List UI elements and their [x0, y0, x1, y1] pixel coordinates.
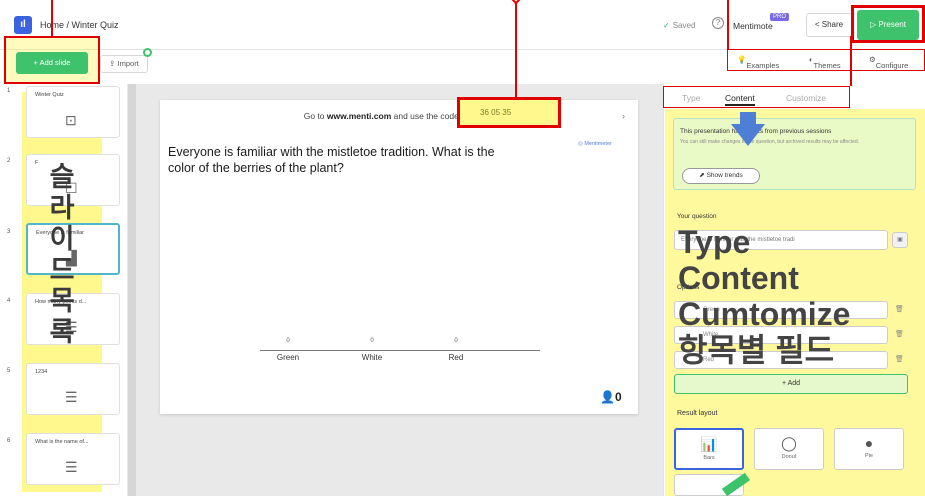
annotation-line: 항목별 필드: [678, 332, 835, 368]
down-arrow-icon: [731, 124, 765, 146]
chart-axis: [260, 350, 540, 351]
join-url: www.menti.com: [326, 111, 392, 121]
annotation-line: Content: [678, 260, 799, 296]
check-icon: ✓: [663, 21, 670, 30]
delete-option-icon[interactable]: 🗑: [895, 355, 904, 363]
toolbar-highlight-box: [727, 49, 925, 71]
participants-value: 0: [614, 390, 622, 404]
slide-number: 5: [7, 368, 11, 374]
delete-option-icon[interactable]: 🗑: [895, 330, 904, 338]
person-icon: 👤: [600, 390, 615, 404]
bars-icon: 📊: [700, 436, 718, 452]
layout-pie-option[interactable]: ● Pie: [834, 428, 904, 470]
chart-value-label: 0: [370, 338, 374, 344]
add-option-button[interactable]: + Add: [674, 374, 908, 394]
chart-category-label: Red: [448, 353, 464, 362]
participants-count: 👤0: [600, 390, 622, 404]
trends-label: Show trends: [706, 172, 743, 179]
mentimeter-watermark: ◎ Mentimeter: [578, 141, 612, 147]
join-code: 36 05 35: [480, 108, 512, 117]
layout-label: Bars: [703, 455, 715, 461]
chart-value-label: 0: [454, 338, 458, 344]
question-label: Your question: [677, 213, 717, 220]
slide-thumbnail-1[interactable]: Winter Quiz ⊡: [26, 86, 120, 138]
share-button[interactable]: < Share: [806, 13, 852, 37]
layout-donut-option[interactable]: ◯ Donut: [754, 428, 824, 470]
help-icon[interactable]: ?: [712, 17, 724, 29]
join-text-2: and use the code: [391, 111, 462, 121]
sidebar-scrollbar[interactable]: [128, 84, 136, 496]
slide-number: 4: [7, 298, 11, 304]
import-notification-icon: [143, 48, 152, 57]
donut-icon: ◯: [781, 435, 797, 451]
slide-list-annotation: 슬라이드목록: [49, 162, 75, 347]
import-label: Import: [117, 59, 139, 68]
slide-type-icon: ⊡: [65, 112, 77, 128]
show-trends-button[interactable]: ⬈ Show trends: [682, 168, 760, 184]
slide-thumbnail-5[interactable]: 1234 ☰: [26, 363, 120, 415]
annotation-line-code: [515, 4, 517, 98]
annotation-line-tabs: [850, 36, 852, 86]
tabs-highlight-box: [663, 86, 850, 108]
mentimeter-logo-icon[interactable]: ıl: [14, 16, 32, 34]
slide-number: 2: [7, 158, 11, 164]
join-text: Go to: [303, 111, 327, 121]
layout-label: Donut: [781, 454, 797, 460]
layout-label: Pie: [865, 453, 873, 459]
slide-number: 1: [7, 88, 11, 94]
panel-annotation: Type Content Cumtomize 항목별 필드: [678, 224, 850, 368]
add-slide-button[interactable]: + Add slide: [16, 52, 88, 74]
watermark-label: Mentimeter: [584, 141, 612, 147]
present-highlight-box: [851, 5, 925, 43]
chart-value-label: 0: [286, 338, 290, 344]
chart-category-label: White: [361, 353, 383, 362]
question-text: Everyone is familiar with the mistletoe …: [168, 145, 495, 175]
brand-name: Mentimote: [733, 21, 773, 31]
import-icon: ⇪: [109, 59, 118, 68]
pie-icon: ●: [864, 435, 874, 451]
slide-type-icon: ☰: [65, 459, 78, 475]
slide-title: What is the name of...: [35, 439, 89, 445]
delete-option-icon[interactable]: 🗑: [895, 305, 904, 313]
result-layout-label: Result layout: [677, 410, 718, 417]
next-arrow-icon[interactable]: ›: [622, 111, 625, 121]
chart-category-label: Green: [276, 353, 300, 362]
annotation-line: Cumtomize: [678, 296, 851, 332]
slide-thumbnail-6[interactable]: What is the name of... ☰: [26, 433, 120, 485]
image-upload-icon[interactable]: ▣: [892, 232, 908, 248]
notice-title: This presentation has results from previ…: [680, 128, 832, 135]
top-bar: ıl Home / Winter Quiz ✓ Saved ? Mentimote…: [0, 0, 925, 50]
saved-status: ✓ Saved: [663, 21, 695, 30]
layout-bars-option[interactable]: 📊 Bars: [674, 428, 744, 470]
slide-title: 1234: [35, 369, 48, 375]
annotation-line-toolbar: [727, 0, 729, 50]
slide-title: Winter Quiz: [35, 92, 64, 98]
annotation-line: Type: [678, 224, 751, 260]
share-label: Share: [821, 20, 844, 29]
slide-type-icon: ☰: [65, 389, 78, 405]
slide-preview[interactable]: Go to www.menti.com and use the code 36 …: [160, 100, 638, 414]
pro-badge: PRO: [770, 13, 790, 21]
slide-number: 6: [7, 438, 11, 444]
import-button[interactable]: ⇪ Import: [100, 55, 148, 73]
saved-label: Saved: [672, 21, 696, 30]
trends-icon: ⬈: [699, 172, 707, 179]
join-instructions: Go to www.menti.com and use the code 36 …: [160, 111, 638, 121]
slide-number: 3: [7, 229, 11, 235]
share-icon: <: [814, 20, 822, 29]
notice-subtext: You can still make changes to the questi…: [680, 139, 859, 145]
annotation-line-add-slide: [51, 0, 53, 38]
